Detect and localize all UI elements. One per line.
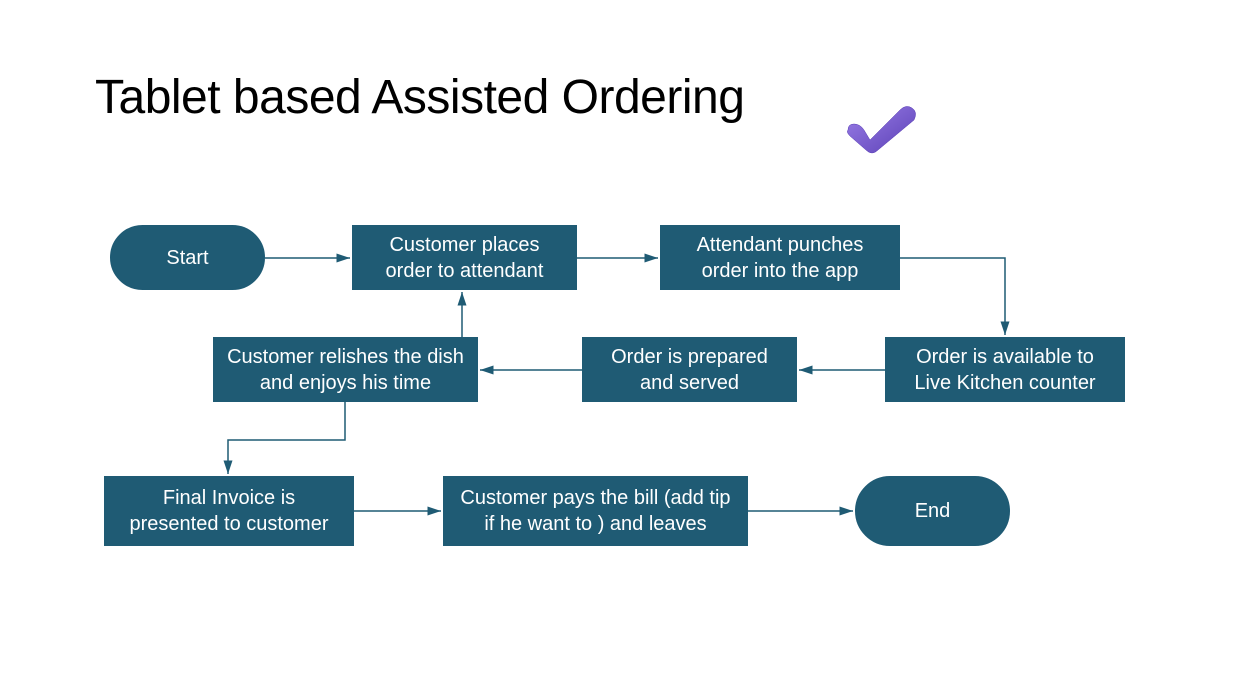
flowchart-step-4: Order is prepared and served bbox=[582, 337, 797, 402]
node-label: Customer relishes the dish and enjoys hi… bbox=[226, 344, 465, 396]
node-label: Customer places order to attendant bbox=[365, 232, 564, 284]
flowchart-step-6: Final Invoice is presented to customer bbox=[104, 476, 354, 546]
flowchart-step-3: Order is available to Live Kitchen count… bbox=[885, 337, 1125, 402]
node-label: Customer pays the bill (add tip if he wa… bbox=[456, 485, 735, 537]
flowchart-end: End bbox=[855, 476, 1010, 546]
node-label: Order is prepared and served bbox=[595, 344, 784, 396]
flowchart-step-2: Attendant punches order into the app bbox=[660, 225, 900, 290]
flowchart-step-5: Customer relishes the dish and enjoys hi… bbox=[213, 337, 478, 402]
flowchart-step-1: Customer places order to attendant bbox=[352, 225, 577, 290]
checkmark-icon bbox=[840, 100, 920, 155]
node-label: Final Invoice is presented to customer bbox=[117, 485, 341, 537]
node-label: Start bbox=[166, 245, 208, 271]
node-label: Attendant punches order into the app bbox=[673, 232, 887, 284]
node-label: Order is available to Live Kitchen count… bbox=[898, 344, 1112, 396]
flowchart-step-7: Customer pays the bill (add tip if he wa… bbox=[443, 476, 748, 546]
diagram-title: Tablet based Assisted Ordering bbox=[95, 70, 744, 125]
flowchart-start: Start bbox=[110, 225, 265, 290]
node-label: End bbox=[915, 498, 951, 524]
